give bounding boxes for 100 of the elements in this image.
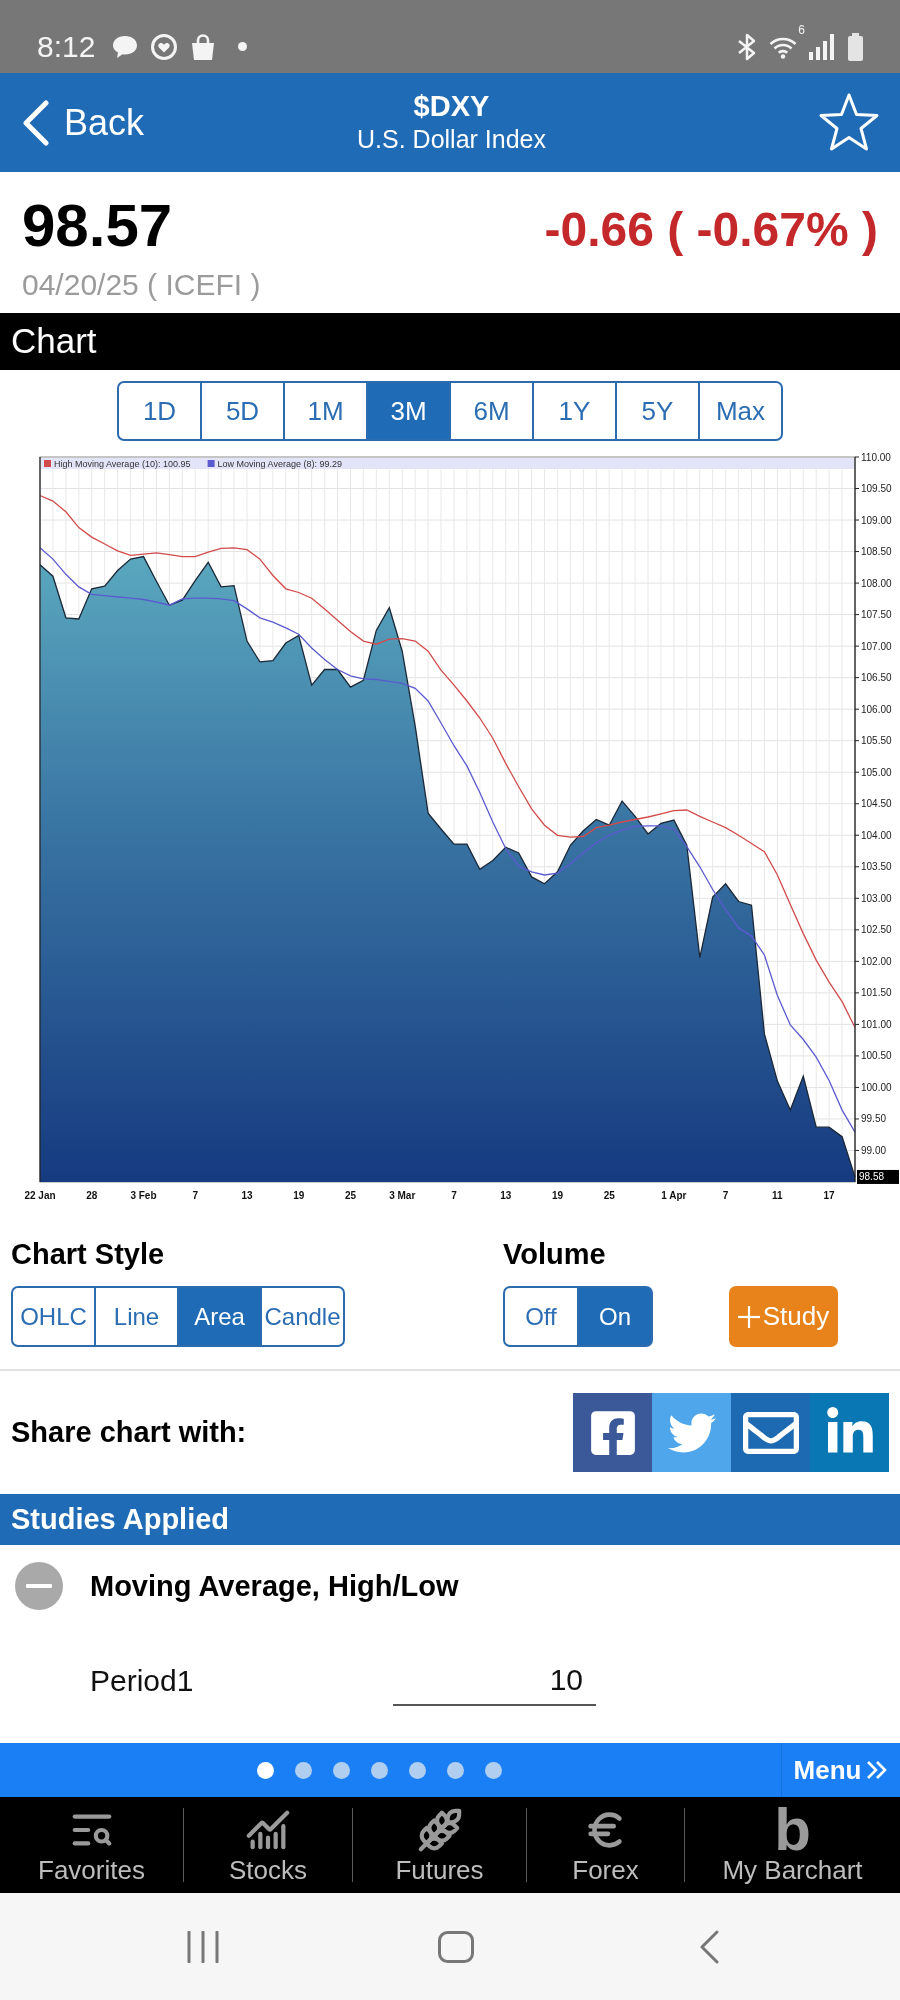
parameter-label: Period1 bbox=[90, 1664, 194, 1698]
x-axis-label: 3 Mar bbox=[389, 1190, 416, 1201]
x-axis-label: 19 bbox=[551, 1190, 563, 1201]
y-axis-label: 100.00 bbox=[861, 1081, 892, 1093]
back-button[interactable]: Back bbox=[22, 99, 145, 146]
chat-bubble-icon bbox=[112, 34, 139, 59]
y-axis-label: 103.50 bbox=[861, 861, 892, 873]
x-axis-label: 13 bbox=[500, 1190, 512, 1201]
x-axis-label: 25 bbox=[344, 1190, 357, 1201]
y-axis-label: 106.00 bbox=[861, 703, 892, 715]
dot-icon bbox=[238, 42, 248, 51]
add-study-button[interactable]: Study bbox=[729, 1286, 838, 1347]
x-axis-label: 7 bbox=[722, 1190, 729, 1201]
back-icon[interactable] bbox=[698, 1929, 719, 1964]
range-tab[interactable]: 1Y bbox=[532, 381, 617, 441]
header-subtitle: U.S. Dollar Index bbox=[357, 126, 546, 154]
study-name: Moving Average, High/Low bbox=[90, 1569, 459, 1603]
y-axis-label: 108.50 bbox=[861, 546, 892, 558]
x-axis-label: 28 bbox=[86, 1190, 98, 1201]
volume-option[interactable]: Off bbox=[503, 1286, 579, 1347]
range-tab[interactable]: 5Y bbox=[615, 381, 700, 441]
tab-bar-item[interactable]: Favorites bbox=[0, 1797, 183, 1893]
plus-icon bbox=[737, 1305, 760, 1328]
tab-bar-item[interactable]: Forex bbox=[527, 1797, 684, 1893]
tab-bar-item[interactable]: Futures bbox=[353, 1797, 526, 1893]
share-label: Share chart with: bbox=[11, 1416, 247, 1449]
x-axis-label: 25 bbox=[603, 1190, 615, 1201]
page-dot-icon[interactable] bbox=[295, 1761, 312, 1779]
x-axis-label: 7 bbox=[192, 1190, 198, 1201]
y-axis-label: 100.50 bbox=[861, 1050, 892, 1062]
y-axis-label: 107.50 bbox=[861, 609, 892, 621]
page-dot-icon[interactable] bbox=[371, 1761, 388, 1779]
y-axis-label: 101.50 bbox=[861, 987, 892, 999]
x-axis-label: 1 Apr bbox=[661, 1190, 687, 1201]
chevron-left-icon bbox=[22, 99, 50, 146]
chart-style-option[interactable]: Area bbox=[177, 1286, 262, 1347]
chart-style-label: Chart Style bbox=[11, 1237, 165, 1271]
tab-bar-item[interactable]: Stocks bbox=[184, 1797, 352, 1893]
logo-icon: b bbox=[774, 1807, 811, 1853]
x-axis-label: 19 bbox=[293, 1190, 305, 1201]
signal-icon bbox=[809, 33, 835, 60]
page-dot-icon[interactable] bbox=[485, 1761, 502, 1779]
range-tab[interactable]: 1M bbox=[283, 381, 368, 441]
wheat-icon bbox=[416, 1807, 463, 1853]
y-axis-label: 104.50 bbox=[861, 798, 892, 810]
double-chevron-icon bbox=[866, 1760, 889, 1780]
y-axis-label: 99.00 bbox=[861, 1145, 887, 1156]
x-axis-label: 11 bbox=[772, 1190, 783, 1201]
y-axis-label: 106.50 bbox=[861, 672, 892, 684]
last-price-label: 98.58 bbox=[857, 1169, 899, 1184]
remove-study-button[interactable] bbox=[15, 1562, 63, 1610]
share-button[interactable] bbox=[573, 1393, 652, 1472]
share-button[interactable] bbox=[810, 1393, 889, 1472]
parameter-input[interactable]: 10 bbox=[393, 1656, 596, 1706]
last-price: 98.57 bbox=[22, 196, 173, 256]
heart-circle-icon bbox=[150, 32, 179, 61]
page-dot-icon[interactable] bbox=[447, 1761, 464, 1779]
recent-apps-icon[interactable] bbox=[186, 1930, 219, 1963]
y-axis-label: 102.50 bbox=[861, 924, 892, 936]
chart-style-option[interactable]: OHLC bbox=[11, 1286, 96, 1347]
range-tab[interactable]: 6M bbox=[449, 381, 534, 441]
x-axis-label: 7 bbox=[451, 1190, 457, 1201]
y-axis-label: 109.50 bbox=[861, 483, 892, 494]
y-axis-label: 110.00 bbox=[861, 451, 891, 463]
tab-bar-item[interactable]: b My Barchart bbox=[685, 1797, 900, 1893]
y-axis-label: 107.00 bbox=[861, 640, 892, 652]
share-button[interactable] bbox=[731, 1393, 810, 1472]
y-axis-label: 105.50 bbox=[861, 735, 892, 747]
x-axis-label: 22 Jan bbox=[24, 1190, 56, 1201]
range-tab[interactable]: 5D bbox=[200, 381, 285, 441]
page-dot-icon[interactable] bbox=[409, 1761, 426, 1779]
y-axis-label: 101.00 bbox=[861, 1018, 892, 1030]
range-tab[interactable]: Max bbox=[698, 381, 783, 441]
range-tab[interactable]: 3M bbox=[366, 381, 451, 441]
chart-style-option[interactable]: Candle bbox=[260, 1286, 345, 1347]
y-axis-label: 102.00 bbox=[861, 955, 892, 967]
y-axis-label: 104.00 bbox=[861, 829, 892, 841]
range-tab[interactable]: 1D bbox=[117, 381, 202, 441]
wifi-standard-label: 6 bbox=[798, 24, 805, 36]
y-axis-label: 105.00 bbox=[861, 766, 892, 778]
legend-label: High Moving Average (10): 100.95 bbox=[54, 459, 191, 469]
chart-style-option[interactable]: Line bbox=[94, 1286, 179, 1347]
page-dot-icon[interactable] bbox=[333, 1761, 350, 1779]
volume-label: Volume bbox=[503, 1237, 606, 1271]
header-title: $DXY bbox=[413, 91, 490, 124]
battery-icon bbox=[847, 32, 864, 61]
y-axis-label: 99.50 bbox=[861, 1113, 887, 1125]
x-axis-label: 3 Feb bbox=[130, 1190, 157, 1201]
section-title: Studies Applied bbox=[11, 1503, 230, 1536]
volume-option[interactable]: On bbox=[577, 1286, 653, 1347]
price-change: -0.66 ( -0.67% ) bbox=[544, 206, 878, 254]
legend-label: Low Moving Average (8): 99.29 bbox=[217, 459, 342, 469]
page-dot-icon[interactable] bbox=[257, 1761, 274, 1779]
y-axis-label: 108.00 bbox=[861, 577, 892, 589]
x-axis-label: 17 bbox=[823, 1190, 835, 1201]
home-icon[interactable] bbox=[437, 1930, 474, 1963]
star-icon[interactable] bbox=[817, 91, 881, 154]
x-axis-label: 13 bbox=[241, 1190, 253, 1201]
quote-date: 04/20/25 ( ICEFI ) bbox=[22, 270, 261, 300]
y-axis-label: 109.00 bbox=[861, 514, 892, 526]
